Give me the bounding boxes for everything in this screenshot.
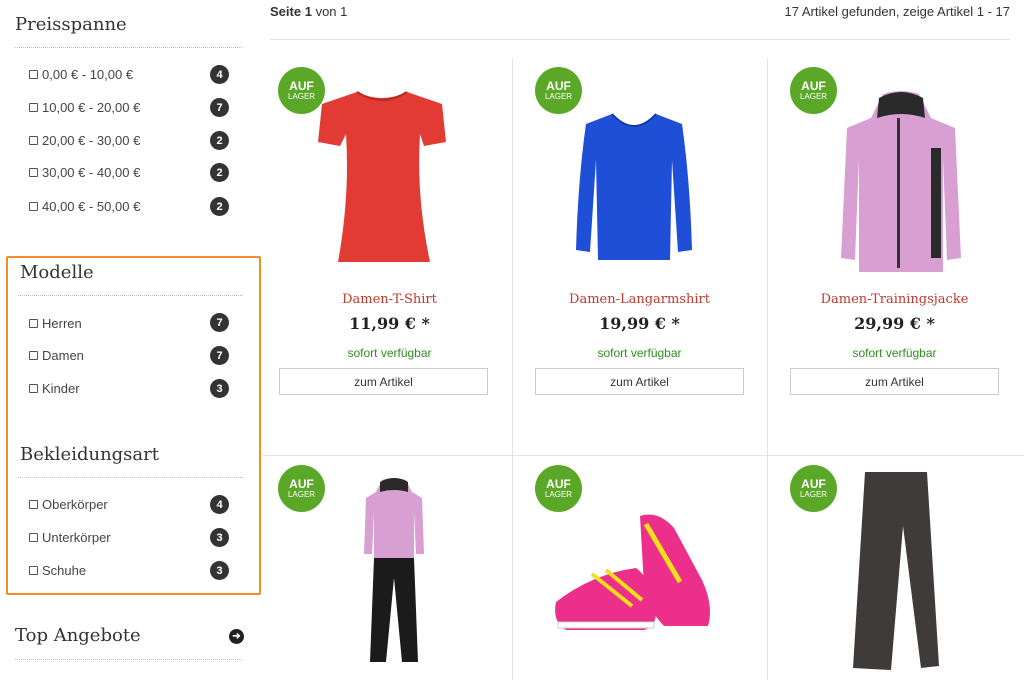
to-article-button[interactable]: zum Artikel [535, 368, 744, 395]
count-badge: 2 [210, 163, 229, 182]
checkbox[interactable] [29, 167, 38, 177]
filter-sidebar: Preisspanne 0,00 € - 10,00 € 4 10,00 € -… [0, 0, 262, 680]
in-stock-badge: AUF LAGER [535, 465, 582, 512]
in-stock-badge: AUF LAGER [535, 67, 582, 114]
count-badge: 3 [210, 528, 229, 547]
divider [18, 477, 243, 478]
product-price: 19,99 € * [599, 314, 680, 333]
clothing-option-oberkoerper[interactable]: Oberkörper [29, 494, 108, 514]
checkbox[interactable] [29, 499, 38, 509]
product-price: 29,99 € * [854, 314, 935, 333]
models-filter-title: Modelle [20, 262, 94, 283]
to-article-button[interactable]: zum Artikel [790, 368, 999, 395]
checkbox[interactable] [29, 565, 38, 575]
product-image-pink-sneakers[interactable] [552, 510, 716, 632]
in-stock-badge: AUF LAGER [278, 465, 325, 512]
pagination-info: Seite 1 von 1 [270, 4, 348, 19]
product-name[interactable]: Damen-Trainingsjacke [767, 292, 1022, 307]
count-badge: 2 [210, 197, 229, 216]
product-card: AUF LAGER Damen-Langarmshirt 19,99 € * so… [512, 58, 767, 455]
product-name[interactable]: Damen-Langarmshirt [512, 292, 767, 307]
checkbox[interactable] [29, 532, 38, 542]
product-card: AUF LAGER [262, 456, 517, 680]
price-option-30-40[interactable]: 30,00 € - 40,00 € [29, 162, 140, 182]
divider [15, 659, 242, 660]
availability-text: sofort verfügbar [597, 346, 682, 360]
product-name[interactable]: Damen-T-Shirt [262, 292, 517, 307]
count-badge: 7 [210, 313, 229, 332]
count-badge: 2 [210, 131, 229, 150]
count-badge: 3 [210, 379, 229, 398]
count-badge: 7 [210, 346, 229, 365]
checkbox[interactable] [29, 102, 38, 112]
product-card: AUF LAGER [767, 456, 1022, 680]
product-card: AUF LAGER [512, 456, 767, 680]
clothing-filter-title: Bekleidungsart [20, 444, 159, 465]
divider [18, 295, 243, 296]
clothing-option-unterkoerper[interactable]: Unterkörper [29, 527, 111, 547]
price-option-0-10[interactable]: 0,00 € - 10,00 € [29, 64, 133, 84]
availability-text: sofort verfügbar [852, 346, 937, 360]
top-offers-title[interactable]: Top Angebote [15, 625, 141, 646]
checkbox[interactable] [29, 69, 38, 79]
count-badge: 4 [210, 65, 229, 84]
checkbox[interactable] [29, 135, 38, 145]
price-option-20-30[interactable]: 20,00 € - 30,00 € [29, 130, 140, 150]
count-badge: 3 [210, 561, 229, 580]
price-filter-title: Preisspanne [15, 14, 127, 35]
checkbox[interactable] [29, 318, 38, 328]
in-stock-badge: AUF LAGER [790, 67, 837, 114]
product-image-grey-leggings[interactable] [851, 470, 941, 672]
divider [15, 47, 242, 48]
product-image-pink-jacket[interactable] [839, 88, 963, 278]
model-option-herren[interactable]: Herren [29, 313, 82, 333]
price-option-10-20[interactable]: 10,00 € - 20,00 € [29, 97, 140, 117]
checkbox[interactable] [29, 383, 38, 393]
product-image-red-tshirt[interactable] [312, 86, 452, 266]
divider [270, 39, 1010, 40]
product-card: AUF LAGER Damen-Trainingsjacke 29,99 € * … [767, 58, 1022, 455]
checkbox[interactable] [29, 201, 38, 211]
count-badge: 4 [210, 495, 229, 514]
count-badge: 7 [210, 98, 229, 117]
model-option-damen[interactable]: Damen [29, 345, 84, 365]
clothing-option-schuhe[interactable]: Schuhe [29, 560, 86, 580]
in-stock-badge: AUF LAGER [790, 465, 837, 512]
checkbox[interactable] [29, 350, 38, 360]
model-option-kinder[interactable]: Kinder [29, 378, 80, 398]
product-price: 11,99 € * [349, 314, 430, 333]
product-image-tracksuit[interactable] [362, 478, 426, 664]
to-article-button[interactable]: zum Artikel [279, 368, 488, 395]
price-option-40-50[interactable]: 40,00 € - 50,00 € [29, 196, 140, 216]
product-card: AUF LAGER Damen-T-Shirt 11,99 € * sofort … [262, 58, 517, 455]
arrow-right-circle-icon[interactable]: ➜ [229, 629, 244, 644]
result-count: 17 Artikel gefunden, zeige Artikel 1 - 1… [784, 4, 1010, 19]
availability-text: sofort verfügbar [347, 346, 432, 360]
product-image-blue-longsleeve[interactable] [574, 110, 694, 262]
